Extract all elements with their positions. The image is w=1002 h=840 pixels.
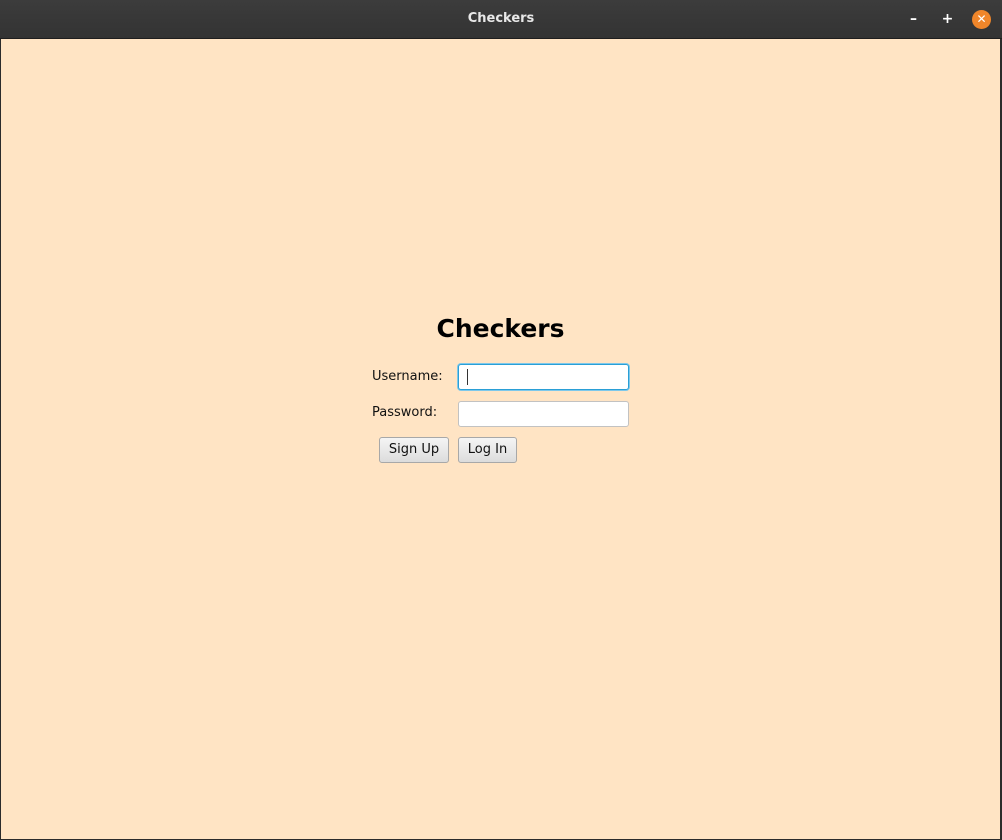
title-bar[interactable]: Checkers – + ✕ xyxy=(0,0,1002,39)
login-panel: Checkers Username: Password: Sign Up Log… xyxy=(1,39,1000,839)
app-window: Checkers – + ✕ Checkers Username: Passwo… xyxy=(0,0,1002,840)
page-title: Checkers xyxy=(436,314,565,343)
window-title: Checkers xyxy=(467,11,535,26)
sign-up-button[interactable]: Sign Up xyxy=(379,437,449,463)
log-in-button[interactable]: Log In xyxy=(458,437,517,463)
password-field[interactable] xyxy=(458,401,629,427)
username-field[interactable] xyxy=(458,364,629,390)
text-caret xyxy=(467,369,468,385)
minimize-button[interactable]: – xyxy=(904,10,923,29)
maximize-button[interactable]: + xyxy=(938,10,957,29)
password-label: Password: xyxy=(372,405,438,420)
close-button[interactable]: ✕ xyxy=(972,10,991,29)
username-label: Username: xyxy=(372,369,443,384)
